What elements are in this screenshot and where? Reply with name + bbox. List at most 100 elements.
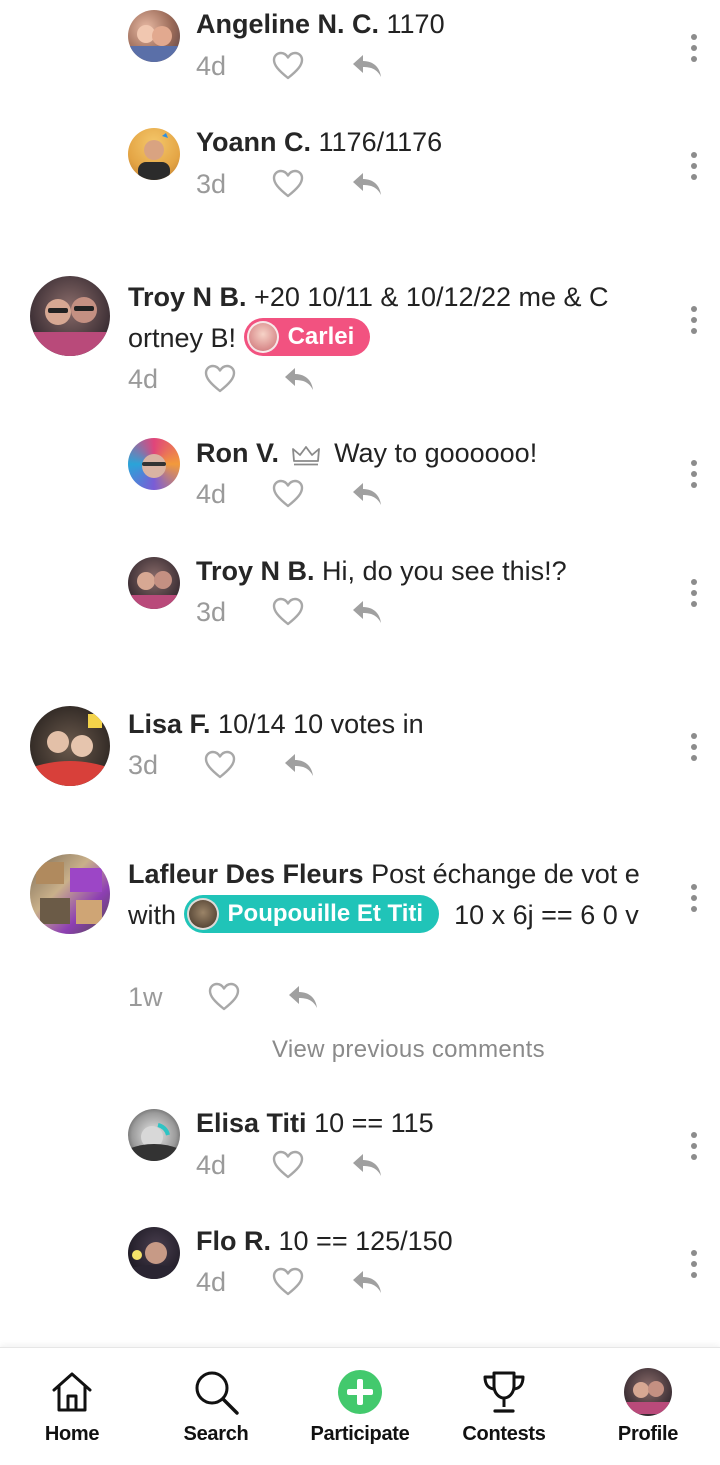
heart-icon[interactable] <box>272 51 304 81</box>
comment-item: Elisa Titi 10 == 115 4d <box>0 1100 720 1210</box>
comment-text: Way to goooooo! <box>334 438 538 468</box>
more-options-icon[interactable] <box>690 306 698 336</box>
comment-body: Troy N B. +20 10/11 & 10/12/22 me & C or… <box>128 277 660 359</box>
comment-item: Yoann C. 1176/1176 3d <box>0 118 720 228</box>
avatar[interactable] <box>30 854 110 934</box>
avatar[interactable] <box>128 128 180 180</box>
mention-avatar <box>246 320 279 353</box>
mention-chip[interactable]: Poupouille Et Titi <box>183 894 440 933</box>
avatar[interactable] <box>128 1227 180 1279</box>
reply-icon[interactable] <box>350 170 384 198</box>
comment-meta: 4d <box>196 1262 384 1302</box>
nav-profile[interactable]: Profile <box>576 1348 720 1465</box>
comment-time: 4d <box>196 1266 227 1297</box>
avatar[interactable] <box>128 1109 180 1161</box>
more-options-icon[interactable] <box>690 884 698 914</box>
nav-home[interactable]: Home <box>0 1348 144 1465</box>
profile-avatar <box>624 1368 672 1416</box>
plus-icon <box>338 1370 382 1414</box>
comment-body: Ron V. Way to goooooo! <box>196 433 660 474</box>
comment-meta: 3d <box>196 592 384 632</box>
comment-time: 1w <box>128 981 163 1012</box>
heart-icon[interactable] <box>272 597 304 627</box>
nav-label: Profile <box>617 1423 679 1445</box>
comment-time: 4d <box>196 478 227 509</box>
nav-participate[interactable]: Participate <box>288 1348 432 1465</box>
more-options-icon[interactable] <box>690 34 698 64</box>
comment-author[interactable]: Lisa F. <box>128 709 211 739</box>
comment-time: 4d <box>196 50 227 81</box>
comment-author[interactable]: Yoann C. <box>196 127 311 157</box>
comment-meta: 3d <box>196 164 384 204</box>
heart-icon[interactable] <box>208 982 240 1012</box>
comment-text: 1170 <box>386 9 445 39</box>
avatar[interactable] <box>128 557 180 609</box>
heart-icon[interactable] <box>272 1150 304 1180</box>
more-options-icon[interactable] <box>690 1132 698 1162</box>
avatar[interactable] <box>128 438 180 490</box>
heart-icon[interactable] <box>204 364 236 394</box>
comment-meta: 3d <box>128 745 316 785</box>
comment-author[interactable]: Flo R. <box>196 1226 271 1256</box>
comment-body: Flo R. 10 == 125/150 <box>196 1221 660 1262</box>
nav-contests[interactable]: Contests <box>432 1348 576 1465</box>
heart-icon[interactable] <box>272 479 304 509</box>
reply-icon[interactable] <box>350 1268 384 1296</box>
nav-label: Contests <box>462 1423 546 1445</box>
reply-icon[interactable] <box>286 983 320 1011</box>
comment-text: 10/14 10 votes in <box>218 709 424 739</box>
comment-meta: 4d <box>196 474 384 514</box>
reply-icon[interactable] <box>350 480 384 508</box>
avatar[interactable] <box>128 10 180 62</box>
comment-author[interactable]: Ron V. <box>196 438 279 468</box>
comment-author[interactable]: Troy N B. <box>196 556 315 586</box>
more-options-icon[interactable] <box>690 579 698 609</box>
comment-item: Troy N B. +20 10/11 & 10/12/22 me & C or… <box>0 272 720 402</box>
nav-label: Search <box>183 1423 249 1445</box>
comment-item: Angeline N. C. 1170 4d <box>0 0 720 110</box>
nav-search[interactable]: Search <box>144 1348 288 1465</box>
reply-icon[interactable] <box>282 365 316 393</box>
more-options-icon[interactable] <box>690 1250 698 1280</box>
mention-chip[interactable]: Carlei <box>243 317 371 356</box>
crown-icon <box>291 445 320 466</box>
avatar[interactable] <box>30 706 110 786</box>
nav-label: Participate <box>310 1423 410 1445</box>
mention-avatar <box>186 897 219 930</box>
heart-icon[interactable] <box>204 750 236 780</box>
search-icon <box>195 1371 239 1415</box>
comment-body: Elisa Titi 10 == 115 <box>196 1103 660 1144</box>
mention-name: Carlei <box>287 323 355 351</box>
comment-text: 10 == 115 <box>314 1108 434 1138</box>
comment-author[interactable]: Troy N B. <box>128 282 247 312</box>
comment-body: Yoann C. 1176/1176 <box>196 122 660 163</box>
comment-author[interactable]: Angeline N. C. <box>196 9 379 39</box>
comment-author[interactable]: Elisa Titi <box>196 1108 307 1138</box>
comment-item: Lafleur Des Fleurs Post échange de vot e… <box>0 852 720 1022</box>
comment-time: 3d <box>196 596 227 627</box>
avatar[interactable] <box>30 276 110 356</box>
home-icon <box>52 1372 92 1412</box>
comment-item: Troy N B. Hi, do you see this!? 3d <box>0 548 720 658</box>
trophy-icon <box>483 1371 525 1413</box>
comment-time: 3d <box>196 168 227 199</box>
comment-item: Lisa F. 10/14 10 votes in 3d <box>0 702 720 812</box>
more-options-icon[interactable] <box>690 152 698 182</box>
comment-time: 4d <box>128 363 159 394</box>
more-options-icon[interactable] <box>690 460 698 490</box>
comment-body: Lisa F. 10/14 10 votes in <box>128 704 660 745</box>
reply-icon[interactable] <box>350 598 384 626</box>
comment-meta: 1w <box>128 977 320 1017</box>
view-previous-comments-link[interactable]: View previous comments <box>272 1036 545 1064</box>
heart-icon[interactable] <box>272 1267 304 1297</box>
reply-icon[interactable] <box>350 1151 384 1179</box>
heart-icon[interactable] <box>272 169 304 199</box>
comment-author[interactable]: Lafleur Des Fleurs <box>128 859 364 889</box>
more-options-icon[interactable] <box>690 733 698 763</box>
reply-icon[interactable] <box>282 751 316 779</box>
comment-item: Ron V. Way to goooooo! 4d <box>0 430 720 540</box>
reply-icon[interactable] <box>350 52 384 80</box>
comment-body: Angeline N. C. 1170 <box>196 4 660 45</box>
comment-time: 4d <box>196 1149 227 1180</box>
comment-item: Flo R. 10 == 125/150 4d <box>0 1218 720 1328</box>
